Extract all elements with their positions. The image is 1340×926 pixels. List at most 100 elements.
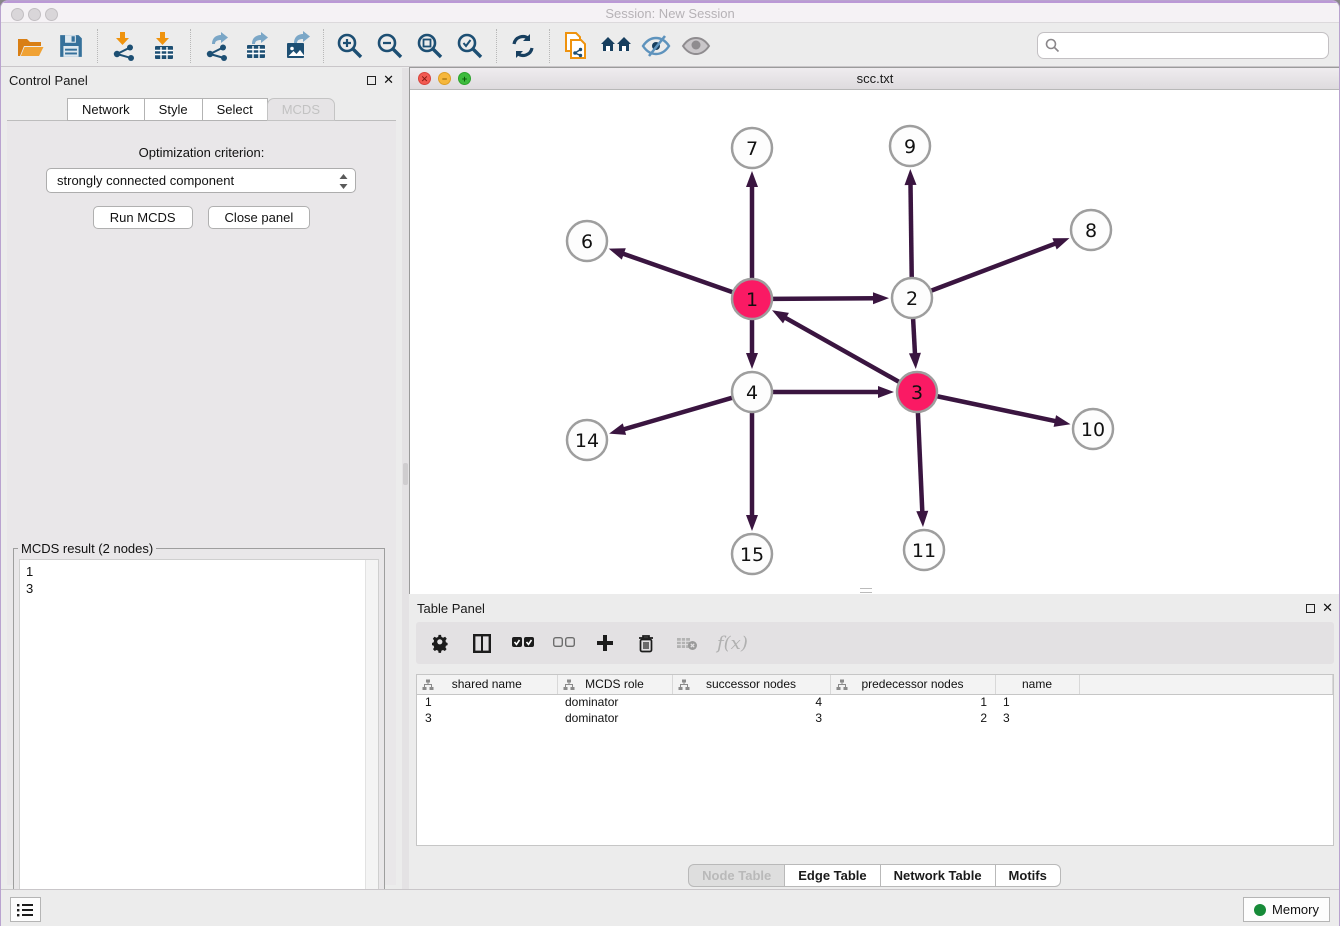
cell-shared-name[interactable]: 3 <box>417 710 557 726</box>
search-box <box>1037 32 1329 59</box>
edge-arrow-icon[interactable] <box>905 169 917 185</box>
edge-arrow-icon[interactable] <box>746 515 758 531</box>
float-table-panel-icon[interactable] <box>1306 604 1315 613</box>
cell-predecessor-nodes[interactable]: 2 <box>830 710 995 726</box>
edge-4-14[interactable] <box>621 398 733 431</box>
cell-name[interactable]: 3 <box>995 710 1079 726</box>
node-label-2: 2 <box>906 288 918 310</box>
cell-predecessor-nodes[interactable]: 1 <box>830 694 995 710</box>
status-bar: Memory <box>1 889 1339 926</box>
column-header-MCDS-role[interactable]: MCDS role <box>557 675 672 694</box>
edge-3-11[interactable] <box>918 412 923 515</box>
task-history-button[interactable] <box>10 897 41 922</box>
node-table: shared nameMCDS rolesuccessor nodesprede… <box>416 674 1334 846</box>
edge-1-6[interactable] <box>620 253 733 293</box>
criterion-select[interactable]: strongly connected component <box>46 168 356 193</box>
edge-2-8[interactable] <box>931 242 1059 290</box>
cell-successor-nodes[interactable]: 4 <box>672 694 830 710</box>
close-panel-icon[interactable]: ✕ <box>383 72 394 88</box>
column-header-name[interactable]: name <box>995 675 1079 694</box>
splitter-grip-icon[interactable] <box>403 463 408 485</box>
column-header-shared-name[interactable]: shared name <box>417 675 557 694</box>
edge-3-1[interactable] <box>782 316 899 382</box>
tab-network-table[interactable]: Network Table <box>880 864 996 887</box>
edge-2-3[interactable] <box>913 318 915 357</box>
import-network-icon[interactable] <box>104 28 144 64</box>
toolbar-separator <box>190 29 191 63</box>
memory-label: Memory <box>1272 902 1319 917</box>
network-view-window: ✕ − + scc.txt 7968124314101511 <box>409 67 1340 594</box>
tab-edge-table[interactable]: Edge Table <box>784 864 880 887</box>
panel-splitter[interactable] <box>402 68 409 889</box>
edge-arrow-icon[interactable] <box>1052 238 1069 249</box>
table-row[interactable]: 3dominator323 <box>417 710 1333 726</box>
hide-selected-icon[interactable] <box>636 28 676 64</box>
tab-mcds[interactable]: MCDS <box>267 98 335 121</box>
memory-status-icon <box>1254 904 1266 916</box>
network-graph[interactable]: 7968124314101511 <box>410 90 1340 594</box>
add-column-icon[interactable] <box>594 632 616 654</box>
export-network-icon[interactable] <box>197 28 237 64</box>
select-all-icon[interactable] <box>512 632 534 654</box>
deselect-all-icon[interactable] <box>553 632 575 654</box>
gear-icon[interactable] <box>430 632 452 654</box>
edge-arrow-icon[interactable] <box>873 292 889 304</box>
export-table-icon[interactable] <box>237 28 277 64</box>
export-image-icon[interactable] <box>277 28 317 64</box>
edge-arrow-icon[interactable] <box>609 248 626 259</box>
edge-arrow-icon[interactable] <box>909 353 921 369</box>
search-input[interactable] <box>1037 32 1329 59</box>
canvas-resize-grip[interactable] <box>860 588 872 593</box>
edge-arrow-icon[interactable] <box>1054 415 1071 427</box>
edge-arrow-icon[interactable] <box>878 386 894 398</box>
save-session-icon[interactable] <box>51 28 91 64</box>
delete-column-icon[interactable] <box>635 632 657 654</box>
cell-successor-nodes[interactable]: 3 <box>672 710 830 726</box>
column-header-successor-nodes[interactable]: successor nodes <box>672 675 830 694</box>
edge-arrow-icon[interactable] <box>609 423 626 435</box>
node-label-6: 6 <box>581 231 593 253</box>
cell-MCDS-role[interactable]: dominator <box>557 710 672 726</box>
memory-button[interactable]: Memory <box>1243 897 1330 922</box>
edge-arrow-icon[interactable] <box>746 353 758 369</box>
edge-1-2[interactable] <box>772 298 877 299</box>
select-stepper-icon <box>338 173 349 190</box>
tab-style[interactable]: Style <box>144 98 203 121</box>
network-canvas[interactable]: 7968124314101511 <box>410 90 1340 594</box>
first-neighbors-icon[interactable] <box>596 28 636 64</box>
tree-icon <box>836 679 848 691</box>
zoom-fit-icon[interactable] <box>410 28 450 64</box>
tab-network[interactable]: Network <box>67 98 145 121</box>
window-title: Session: New Session <box>1 6 1339 21</box>
result-scrollbar[interactable] <box>365 560 378 916</box>
cell-MCDS-role[interactable]: dominator <box>557 694 672 710</box>
edge-arrow-icon[interactable] <box>916 511 928 527</box>
cell-name[interactable]: 1 <box>995 694 1079 710</box>
refresh-icon[interactable] <box>503 28 543 64</box>
mcds-result-textarea[interactable]: 1 3 <box>19 559 379 917</box>
columns-icon[interactable] <box>471 632 493 654</box>
edge-2-9[interactable] <box>910 181 911 278</box>
show-all-icon[interactable] <box>676 28 716 64</box>
open-session-icon[interactable] <box>11 28 51 64</box>
close-table-panel-icon[interactable]: ✕ <box>1322 600 1333 616</box>
table-row[interactable]: 1dominator411 <box>417 694 1333 710</box>
edge-3-10[interactable] <box>937 396 1059 422</box>
column-header-predecessor-nodes[interactable]: predecessor nodes <box>830 675 995 694</box>
float-panel-icon[interactable] <box>367 76 376 85</box>
edge-arrow-icon[interactable] <box>772 310 789 323</box>
zoom-out-icon[interactable] <box>370 28 410 64</box>
tab-select[interactable]: Select <box>202 98 268 121</box>
import-table-icon[interactable] <box>144 28 184 64</box>
close-panel-button[interactable]: Close panel <box>208 206 311 229</box>
tab-node-table[interactable]: Node Table <box>688 864 785 887</box>
delete-table-icon <box>676 632 698 654</box>
duplicate-network-icon[interactable] <box>556 28 596 64</box>
zoom-selected-icon[interactable] <box>450 28 490 64</box>
zoom-in-icon[interactable] <box>330 28 370 64</box>
edge-arrow-icon[interactable] <box>746 171 758 187</box>
tab-motifs[interactable]: Motifs <box>995 864 1061 887</box>
toolbar-separator <box>97 29 98 63</box>
run-mcds-button[interactable]: Run MCDS <box>93 206 193 229</box>
cell-shared-name[interactable]: 1 <box>417 694 557 710</box>
